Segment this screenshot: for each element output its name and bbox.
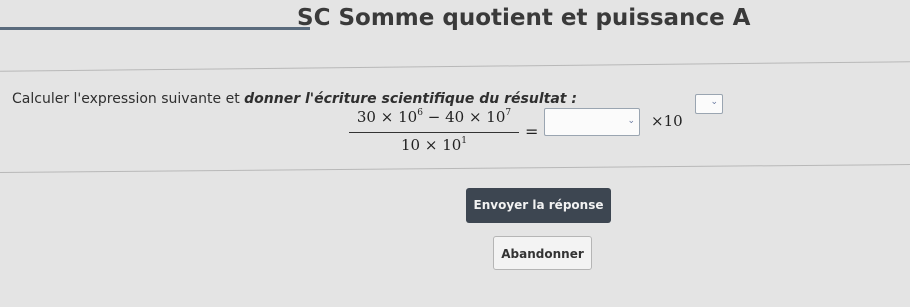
times-sign: × [468,108,482,126]
minus-sign: − [427,108,441,126]
times-sign: × [424,136,438,154]
chevron-down-icon: ⌄ [627,116,635,126]
numerator-term-a: 30 [356,108,376,126]
divider [0,61,910,72]
power-base: 10 [486,108,506,126]
page-title: SC Somme quotient et puissance A [297,5,751,31]
mantissa-dropdown[interactable]: ⌄ [544,108,640,136]
power-exponent: 6 [417,108,423,118]
instruction-prefix: Calculer l'expression suivante et [12,91,245,107]
fraction-bar [349,132,519,133]
times-sign: × [380,108,394,126]
header-accent-rule [0,27,310,30]
denominator-term: 10 [400,136,421,154]
instruction-text: Calculer l'expression suivante et donner… [12,91,577,107]
abandon-button[interactable]: Abandonner [493,236,592,270]
equals-sign: = [525,122,539,141]
power-base: 10 [398,108,418,126]
exponent-dropdown[interactable]: ⌄ [695,94,723,114]
fraction-numerator: 30 × 106 − 40 × 107 [345,108,523,126]
power-base: 10 [442,136,462,154]
times-ten-label: ×10 [651,112,683,130]
fraction-denominator: 10 × 101 [345,136,523,154]
divider [0,164,910,173]
power-exponent: 1 [461,136,468,146]
power-exponent: 7 [505,108,512,118]
submit-answer-button[interactable]: Envoyer la réponse [466,188,611,223]
instruction-emphasis: donner l'écriture scientifique du résult… [244,91,577,107]
chevron-down-icon: ⌄ [710,97,718,107]
numerator-term-b: 40 [445,108,465,126]
